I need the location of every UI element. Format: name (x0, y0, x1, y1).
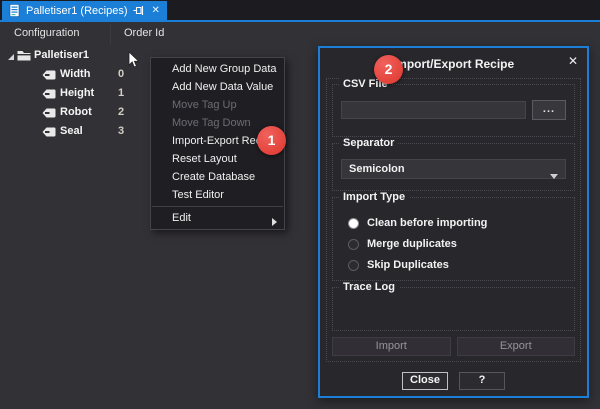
csv-file-group: CSV File ... (332, 84, 575, 137)
radio-skip-duplicates[interactable]: Skip Duplicates (341, 255, 566, 276)
trace-log-label: Trace Log (339, 281, 399, 293)
pin-icon[interactable] (133, 5, 145, 16)
tree-column-header: Configuration Order Id (0, 24, 320, 44)
radio-unselected-icon (348, 260, 359, 271)
document-tab[interactable]: Palletiser1 (Recipes) ✕ (2, 1, 167, 20)
export-button[interactable]: Export (457, 337, 576, 356)
tree-label: Seal (60, 125, 83, 137)
menu-item-test-editor[interactable]: Test Editor (151, 186, 284, 204)
import-type-group: Import Type Clean before importing Merge… (332, 197, 575, 281)
order-id-value: 1 (112, 87, 130, 99)
menu-separator (152, 206, 283, 207)
import-export-recipe-dialog: Import/Export Recipe ✕ 2 CSV File ... Se… (318, 46, 589, 398)
column-divider (110, 24, 111, 44)
application-window: Palletiser1 (Recipes) ✕ Configuration Or… (0, 0, 600, 409)
menu-item-edit-label: Edit (172, 212, 191, 224)
tree-label: Robot (60, 106, 92, 118)
mouse-cursor (128, 51, 140, 74)
menu-item-move-tag-up: Move Tag Up (151, 96, 284, 114)
tag-icon (42, 127, 56, 140)
expander-icon[interactable] (7, 52, 15, 64)
dialog-close-icon[interactable]: ✕ (568, 54, 578, 68)
radio-clean-before-importing[interactable]: Clean before importing (341, 213, 566, 234)
radio-selected-icon (348, 218, 359, 229)
import-button[interactable]: Import (332, 337, 451, 356)
dialog-content-group: CSV File ... Separator Semicolon Import … (326, 78, 581, 362)
csv-file-input[interactable] (341, 101, 526, 119)
tab-close-icon[interactable]: ✕ (151, 5, 159, 16)
trace-log-group: Trace Log (332, 287, 575, 331)
order-id-value: 3 (112, 125, 130, 137)
separator-dropdown[interactable]: Semicolon (341, 159, 566, 179)
tree-label: Height (60, 87, 94, 99)
radio-label: Skip Duplicates (367, 259, 449, 271)
separator-label: Separator (339, 137, 398, 149)
menu-item-add-new-data-value[interactable]: Add New Data Value (151, 78, 284, 96)
tab-title: Palletiser1 (Recipes) (26, 5, 127, 17)
browse-button[interactable]: ... (532, 100, 566, 120)
folder-icon (17, 50, 31, 64)
separator-selected-value: Semicolon (349, 163, 405, 175)
separator-group: Separator Semicolon (332, 143, 575, 191)
column-configuration[interactable]: Configuration (14, 27, 79, 39)
close-button[interactable]: Close (402, 372, 448, 390)
menu-item-create-database[interactable]: Create Database (151, 168, 284, 186)
help-button[interactable]: ? (459, 372, 505, 390)
import-export-button-row: Import Export (332, 337, 575, 356)
dialog-title: Import/Export Recipe (320, 57, 587, 71)
tree-label: Width (60, 68, 90, 80)
tree-label: Palletiser1 (34, 49, 89, 61)
radio-merge-duplicates[interactable]: Merge duplicates (341, 234, 566, 255)
radio-label: Merge duplicates (367, 238, 457, 250)
order-id-value: 2 (112, 106, 130, 118)
radio-label: Clean before importing (367, 217, 487, 229)
column-order-id[interactable]: Order Id (124, 27, 164, 39)
radio-unselected-icon (348, 239, 359, 250)
chevron-down-icon (550, 167, 558, 185)
tag-icon (42, 70, 56, 83)
import-type-label: Import Type (339, 191, 409, 203)
annotation-badge-2: 2 (374, 55, 403, 84)
tag-icon (42, 89, 56, 102)
tab-strip: Palletiser1 (Recipes) ✕ (0, 0, 600, 20)
menu-item-add-new-group-data[interactable]: Add New Group Data (151, 60, 284, 78)
submenu-arrow-icon (272, 214, 277, 232)
menu-item-edit[interactable]: Edit (151, 209, 284, 227)
dialog-footer: Close ? (320, 372, 587, 390)
tag-icon (42, 108, 56, 121)
annotation-badge-1: 1 (257, 126, 286, 155)
document-icon (9, 4, 20, 17)
